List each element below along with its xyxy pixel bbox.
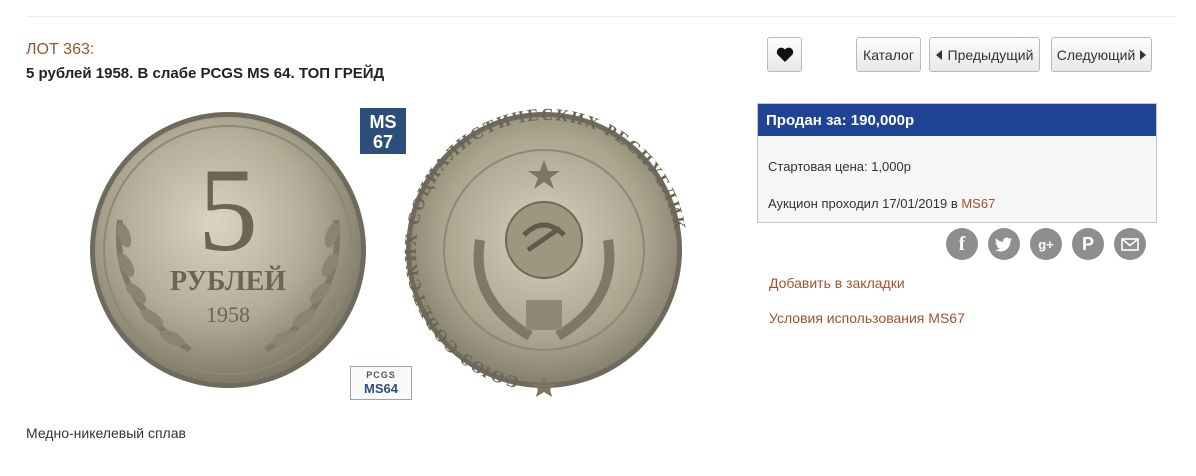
facebook-share-button[interactable]: f [946,228,978,260]
next-button[interactable]: Следующий [1051,37,1152,72]
google-plus-icon: g+ [1038,236,1054,252]
coin-reverse: СОЮЗ СОВЕТСКИХ СОЦИАЛИСТИЧЕСКИХ РЕСПУБЛИ… [401,105,688,397]
pinterest-icon: P [1081,233,1094,254]
mail-icon [1121,237,1139,251]
lot-material: Медно-никелевый сплав [26,425,186,441]
auction-date: Аукцион проходил 17/01/2019 в MS67 [768,196,995,211]
coin-image: 5 РУБЛЕЙ 1958 СОЮЗ СОВЕТСКИХ СОЦИАЛИСТИЧ… [80,100,700,410]
lot-title: 5 рублей 1958. В слабе PCGS MS 64. ТОП Г… [26,65,385,82]
chevron-right-icon [1140,49,1147,60]
twitter-share-button[interactable] [988,228,1020,260]
coin-unit: РУБЛЕЙ [170,266,286,297]
next-label: Следующий [1056,46,1136,63]
top-divider [26,16,1176,17]
sale-info-box: Продан за: 190,000р Стартовая цена: 1,00… [757,103,1157,223]
terms-of-use-link[interactable]: Условия использования MS67 [769,310,965,326]
pcgs-grade: MS64 [364,381,398,396]
add-bookmark-link[interactable]: Добавить в закладки [769,275,905,291]
heart-icon [776,47,793,62]
favorite-button[interactable] [767,37,802,72]
pinterest-share-button[interactable]: P [1072,228,1104,260]
coin-year: 1958 [206,302,250,327]
facebook-icon: f [958,232,966,255]
google-plus-share-button[interactable]: g+ [1030,228,1062,260]
coin-obverse: 5 РУБЛЕЙ 1958 [90,112,366,388]
previous-label: Предыдущий [947,46,1034,63]
sold-price: Продан за: 190,000р [758,104,1156,136]
previous-button[interactable]: Предыдущий [929,37,1040,72]
twitter-icon [995,237,1012,251]
auction-text: Аукцион проходил 17/01/2019 в [768,196,962,211]
pcgs-grade-badge: PCGS MS64 [350,366,412,400]
mail-share-button[interactable] [1114,228,1146,260]
ms-logo-top: MS [370,112,397,132]
ms-logo-bottom: 67 [373,132,393,152]
catalog-button[interactable]: Каталог [856,37,921,72]
start-price: Стартовая цена: 1,000р [768,159,911,174]
coin-denomination: 5 [198,143,258,276]
chevron-left-icon [935,49,942,60]
auction-link[interactable]: MS67 [961,196,995,211]
ms67-logo: MS 67 [360,108,406,154]
catalog-label: Каталог [863,46,914,63]
lot-number: ЛОТ 363: [26,41,95,58]
pcgs-brand: PCGS [366,370,396,380]
